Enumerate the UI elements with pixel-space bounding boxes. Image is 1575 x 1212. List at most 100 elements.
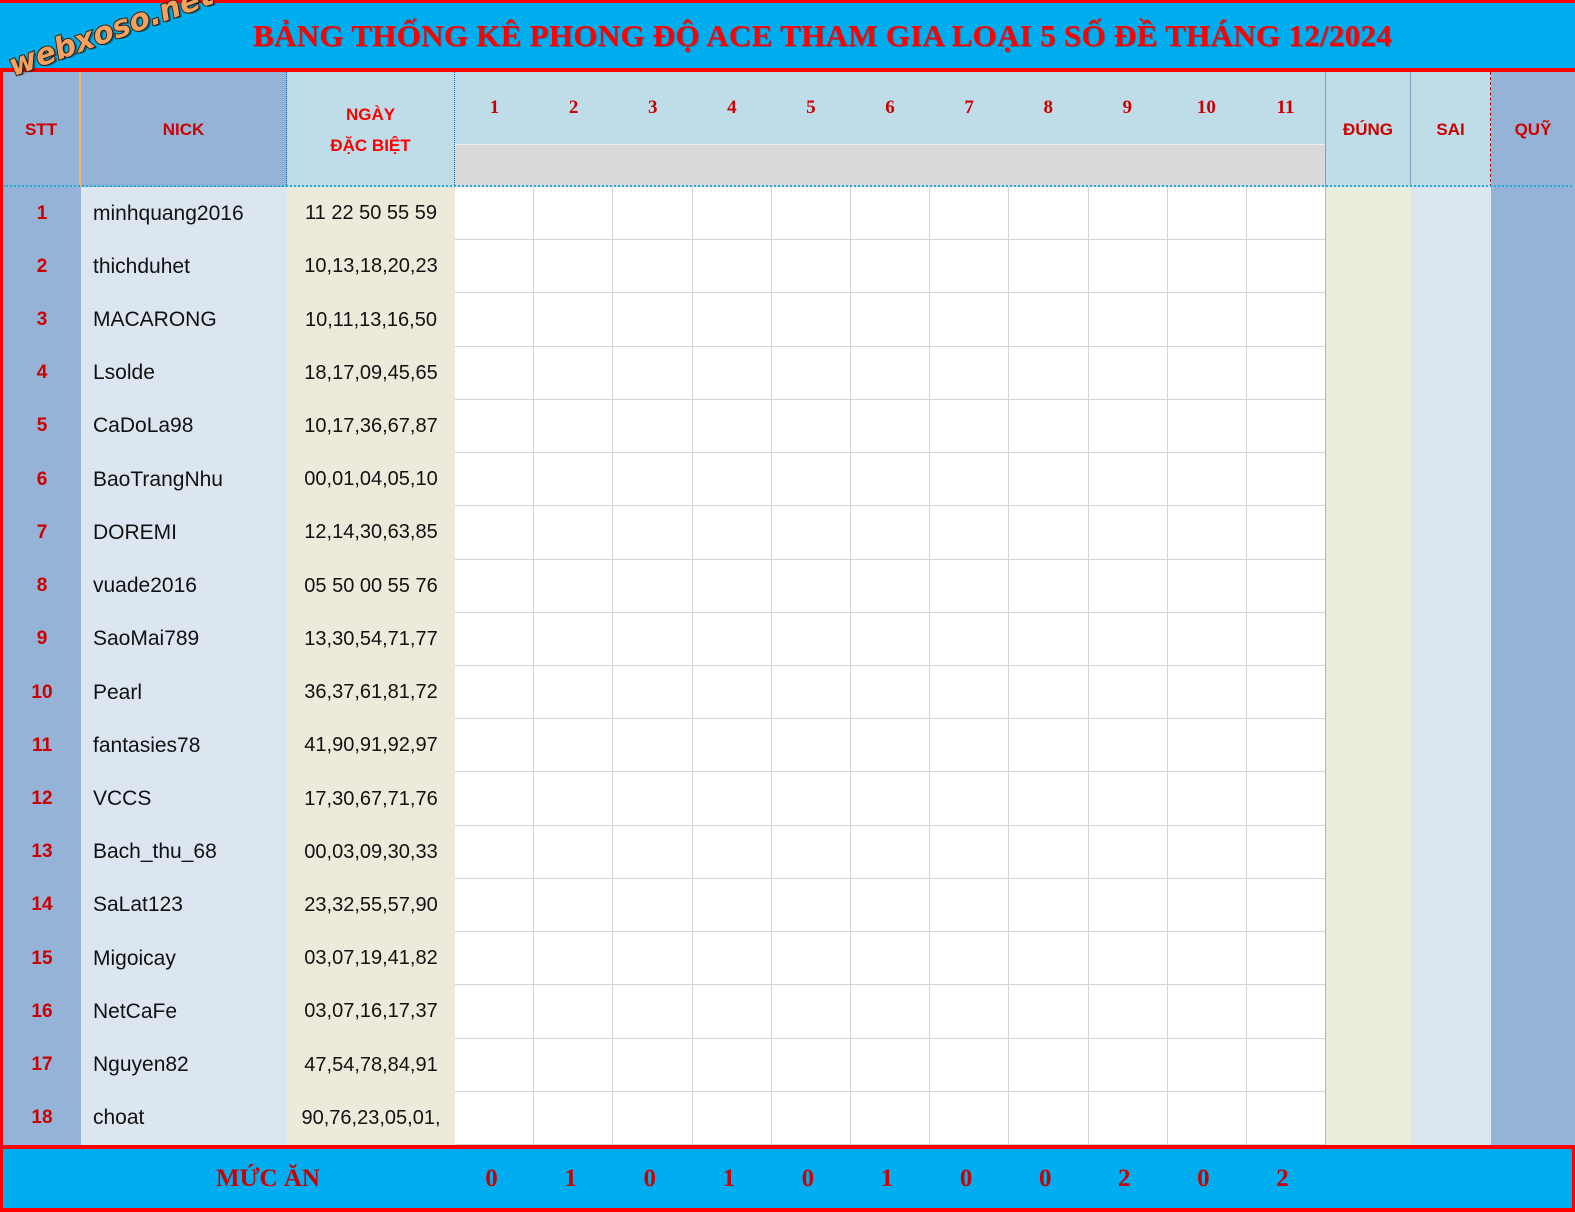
table-row-ngay[interactable]: 18,17,09,45,65 <box>287 347 455 400</box>
day-cell[interactable] <box>1168 612 1247 665</box>
day-cell[interactable] <box>1089 506 1168 559</box>
day-cell[interactable] <box>455 825 535 878</box>
column-header-day-9[interactable]: 9 <box>1088 72 1167 144</box>
table-row-nick[interactable]: minhquang2016 <box>81 187 287 240</box>
day-cell[interactable] <box>1168 1091 1247 1144</box>
day-cell[interactable] <box>1168 665 1247 719</box>
day-cell[interactable] <box>1247 240 1325 292</box>
day-cell[interactable] <box>693 1091 772 1144</box>
table-row-ngay[interactable]: 90,76,23,05,01, <box>287 1092 455 1145</box>
day-cell[interactable] <box>1168 772 1247 825</box>
table-row-quy[interactable] <box>1491 613 1575 666</box>
day-cell[interactable] <box>772 772 851 825</box>
table-row-nick[interactable]: SaoMai789 <box>81 613 287 666</box>
table-row-nick[interactable]: Lsolde <box>81 347 287 400</box>
table-row-dung[interactable] <box>1326 666 1412 719</box>
day-cell[interactable] <box>613 559 693 612</box>
day-cell[interactable] <box>851 612 931 665</box>
day-cell[interactable] <box>455 612 535 665</box>
day-cell[interactable] <box>534 506 614 559</box>
day-cell[interactable] <box>455 665 535 719</box>
table-row-stt[interactable]: 16 <box>3 985 81 1038</box>
table-row-stt[interactable]: 11 <box>3 719 81 772</box>
day-cell[interactable] <box>851 1091 931 1144</box>
day-cell[interactable] <box>772 346 851 399</box>
day-cell[interactable] <box>1247 1039 1325 1091</box>
day-cell[interactable] <box>772 293 851 346</box>
day-cell[interactable] <box>1168 399 1247 453</box>
table-row-quy[interactable] <box>1491 187 1575 240</box>
day-cell[interactable] <box>613 985 693 1038</box>
table-row-stt[interactable]: 5 <box>3 400 81 453</box>
table-row-quy[interactable] <box>1491 1039 1575 1092</box>
day-cell[interactable] <box>851 825 931 878</box>
day-cell[interactable] <box>613 293 693 346</box>
table-row-stt[interactable]: 13 <box>3 826 81 879</box>
day-cell[interactable] <box>1247 293 1325 345</box>
table-row-stt[interactable]: 7 <box>3 506 81 559</box>
day-cell[interactable] <box>613 772 693 825</box>
day-cell[interactable] <box>1247 826 1325 878</box>
day-cell[interactable] <box>930 985 1010 1038</box>
day-cell[interactable] <box>534 346 614 399</box>
day-cell[interactable] <box>1247 560 1325 612</box>
table-row-quy[interactable] <box>1491 506 1575 559</box>
table-row-quy[interactable] <box>1491 826 1575 879</box>
table-row-sai[interactable] <box>1411 400 1491 453</box>
day-cell[interactable] <box>930 932 1010 985</box>
table-row-ngay[interactable]: 12,14,30,63,85 <box>287 506 455 559</box>
day-cell[interactable] <box>1089 293 1168 346</box>
day-cell[interactable] <box>772 453 851 506</box>
day-cell[interactable] <box>1168 985 1247 1038</box>
day-cell[interactable] <box>1009 1091 1089 1144</box>
table-row-dung[interactable] <box>1326 772 1412 825</box>
day-cell[interactable] <box>455 453 535 506</box>
day-cell[interactable] <box>613 1091 693 1144</box>
day-cell[interactable] <box>693 453 772 506</box>
table-row-stt[interactable]: 2 <box>3 240 81 293</box>
column-header-day-4[interactable]: 4 <box>692 72 771 144</box>
day-cell[interactable] <box>1168 878 1247 932</box>
table-row-quy[interactable] <box>1491 400 1575 453</box>
day-cell[interactable] <box>534 240 614 293</box>
table-row-dung[interactable] <box>1326 293 1412 346</box>
table-row-dung[interactable] <box>1326 719 1412 772</box>
day-cell[interactable] <box>693 665 772 719</box>
day-cell[interactable] <box>851 240 931 293</box>
day-cell[interactable] <box>455 932 535 985</box>
table-row-sai[interactable] <box>1411 240 1491 293</box>
table-row-nick[interactable]: BaoTrangNhu <box>81 453 287 506</box>
day-cell[interactable] <box>1009 932 1089 985</box>
column-header-sai[interactable]: SAI <box>1411 72 1491 187</box>
day-cell[interactable] <box>613 612 693 665</box>
table-row-dung[interactable] <box>1326 453 1412 506</box>
day-cell[interactable] <box>534 1091 614 1144</box>
day-cell[interactable] <box>772 1091 851 1144</box>
day-cell[interactable] <box>534 1038 614 1091</box>
table-row-dung[interactable] <box>1326 613 1412 666</box>
day-cell[interactable] <box>1247 506 1325 558</box>
day-cell[interactable] <box>930 1091 1010 1144</box>
table-row-ngay[interactable]: 03,07,19,41,82 <box>287 932 455 985</box>
table-row-ngay[interactable]: 11 22 50 55 59 <box>287 187 455 240</box>
table-row-nick[interactable]: vuade2016 <box>81 560 287 613</box>
day-cell[interactable] <box>455 187 535 240</box>
day-cell[interactable] <box>1247 453 1325 505</box>
column-header-day-10[interactable]: 10 <box>1167 72 1246 144</box>
column-header-day-7[interactable]: 7 <box>930 72 1009 144</box>
table-row-dung[interactable] <box>1326 1039 1412 1092</box>
day-cell[interactable] <box>1247 772 1325 824</box>
day-cell[interactable] <box>1168 1038 1247 1091</box>
day-cell[interactable] <box>851 665 931 719</box>
day-cell[interactable] <box>1168 506 1247 559</box>
day-cell[interactable] <box>1009 665 1089 719</box>
day-cell[interactable] <box>534 559 614 612</box>
day-cell[interactable] <box>851 187 931 240</box>
table-row-nick[interactable]: thichduhet <box>81 240 287 293</box>
day-cell[interactable] <box>1168 293 1247 346</box>
day-cell[interactable] <box>534 399 614 453</box>
day-cell[interactable] <box>851 772 931 825</box>
table-row-nick[interactable]: MACARONG <box>81 293 287 346</box>
day-cell[interactable] <box>455 240 535 293</box>
day-cell[interactable] <box>693 240 772 293</box>
